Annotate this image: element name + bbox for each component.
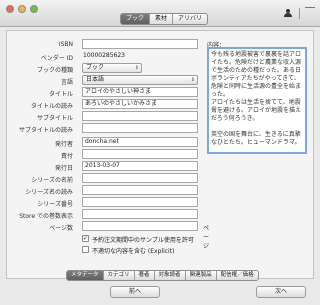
sample-check-label: 予約注文期間中のサンプル使用を許可 — [92, 237, 194, 244]
metadata-panel: ISBN ベンダー ID 10000285623 ブックの種類 ブック ⇕ 言語… — [6, 30, 314, 279]
previous-button[interactable]: 前へ — [110, 286, 160, 298]
explicit-check-row: 不適切な内容を含む (Explicit) — [82, 245, 282, 255]
series-reading-row: シリーズ名の読み — [7, 185, 207, 197]
publish-date-label: 発行日 — [54, 165, 73, 172]
metadata-editor-window: ブック 素材 アリバリ ISBN ベンダー ID 10000285623 ブック… — [0, 0, 320, 305]
price-label: 責付 — [60, 153, 73, 160]
book-type-value: ブック — [86, 64, 105, 71]
title-field[interactable]: アロイのやさしい神さま — [82, 87, 198, 97]
resize-icon — [305, 7, 315, 18]
series-name-label: シリーズの名前 — [31, 177, 73, 184]
publish-date-row: 発行日 2013-03-07 — [7, 161, 207, 173]
title-reading-label: タイトルの読み — [30, 103, 73, 110]
series-number-label: シリーズ番号 — [37, 201, 73, 208]
page-count-label: ページ数 — [49, 225, 73, 232]
series-number-field[interactable] — [82, 197, 198, 207]
explicit-check-label: 不適切な内容を含む (Explicit) — [92, 248, 175, 255]
top-segmented-control: ブック 素材 アリバリ — [120, 13, 209, 25]
tab-metadata[interactable]: メタデータ — [67, 271, 104, 280]
book-type-row: ブックの種類 ブック ⇕ — [7, 63, 207, 75]
price-row: 責付 — [7, 149, 207, 161]
publisher-field[interactable]: doncha.net — [82, 137, 198, 147]
store-volume-field[interactable] — [82, 209, 198, 219]
page-count-row: ページ数 ページ — [7, 221, 209, 250]
close-button[interactable] — [6, 5, 14, 13]
store-volume-row: Store での巻数表示 — [7, 209, 207, 221]
subtitle-row: サブタイトル — [7, 111, 207, 123]
series-name-field[interactable] — [82, 173, 198, 183]
language-value: 日本語 — [86, 76, 105, 83]
subtitle-reading-label: サブタイトルの読み — [18, 127, 73, 134]
series-name-row: シリーズの名前 — [7, 173, 207, 185]
title-reading-row: タイトルの読み あろいのやさしいかみさま — [7, 99, 207, 111]
sample-checkbox[interactable]: ✓ — [82, 235, 89, 242]
tab-related[interactable]: 関連製品 — [186, 271, 217, 280]
subtitle-field[interactable] — [82, 111, 198, 121]
user-icon[interactable] — [284, 9, 292, 17]
isbn-label: ISBN — [58, 41, 73, 48]
tab-category[interactable]: カテゴリ — [104, 271, 135, 280]
book-type-label: ブックの種類 — [36, 67, 73, 74]
subtitle-reading-row: サブタイトルの読み — [7, 123, 207, 135]
price-field[interactable] — [82, 149, 198, 159]
chevron-updown-icon: ⇕ — [134, 65, 139, 71]
title-reading-field[interactable]: あろいのやさしいかみさま — [82, 99, 198, 109]
tab-audience[interactable]: 対象読者 — [155, 271, 186, 280]
tab-availability[interactable]: アリバリ — [173, 14, 207, 24]
series-reading-label: シリーズ名の読み — [25, 189, 73, 196]
series-reading-field[interactable] — [82, 185, 198, 195]
book-type-select[interactable]: ブック ⇕ — [82, 63, 142, 73]
store-volume-label: Store での巻数表示 — [19, 213, 73, 220]
subtitle-reading-field[interactable] — [82, 123, 198, 133]
language-select[interactable]: 日本語 ⇕ — [82, 75, 198, 85]
tab-book[interactable]: ブック — [121, 14, 151, 24]
language-row: 言語 日本語 ⇕ — [7, 75, 207, 87]
publisher-label: 発行者 — [54, 141, 73, 148]
page-count-field[interactable] — [82, 221, 198, 231]
tab-rights-price[interactable]: 配信権／価格 — [217, 271, 258, 280]
subtitle-label: サブタイトル — [36, 115, 73, 122]
publisher-row: 発行者 doncha.net — [7, 137, 207, 149]
chevron-updown-icon: ⇕ — [190, 77, 195, 83]
title-label: タイトル — [48, 91, 73, 98]
vendor-id-row: ベンダー ID 10000285623 — [7, 51, 207, 63]
sample-check-row: ✓ 予約注文期間中のサンプル使用を許可 — [82, 234, 282, 244]
vendor-id-label: ベンダー ID — [40, 55, 73, 62]
tab-author[interactable]: 著者 — [135, 271, 155, 280]
explicit-checkbox[interactable] — [82, 246, 89, 253]
isbn-field[interactable] — [82, 39, 198, 49]
isbn-row: ISBN — [7, 39, 207, 51]
minimize-button[interactable] — [18, 5, 26, 13]
publish-date-field[interactable]: 2013-03-07 — [82, 161, 198, 171]
language-label: 言語 — [60, 79, 73, 86]
next-button[interactable]: 次へ — [256, 286, 306, 298]
description-textarea[interactable]: 今も残る地震被害で裏裏を話アロイたち。危険だけど農業な収入源で生活のための種だっ… — [207, 47, 307, 154]
title-bar: ブック 素材 アリバリ — [0, 0, 320, 27]
title-row: タイトル アロイのやさしい神さま — [7, 87, 207, 99]
vendor-id-value: 10000285623 — [83, 52, 125, 59]
series-number-row: シリーズ番号 — [7, 197, 207, 209]
divider — [299, 8, 300, 19]
zoom-button[interactable] — [30, 5, 38, 13]
bottom-segmented-control: メタデータ カテゴリ 著者 対象読者 関連製品 配信権／価格 — [66, 270, 259, 281]
tab-assets[interactable]: 素材 — [150, 14, 174, 24]
